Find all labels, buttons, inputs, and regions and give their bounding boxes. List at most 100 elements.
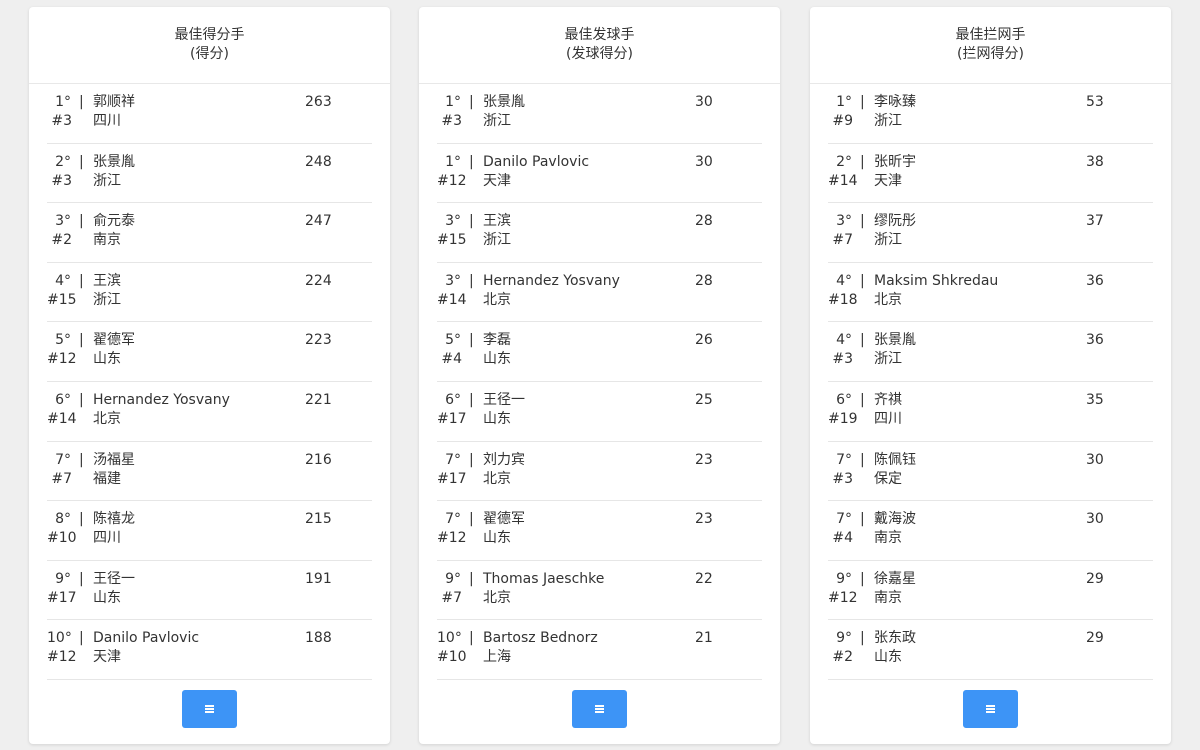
team-name: 南京 — [874, 589, 902, 606]
rank-label: 9° — [836, 630, 852, 647]
score-value: 23 — [695, 451, 713, 468]
player-name: 徐嘉星 — [874, 570, 916, 587]
ranking-row: 3° | 缪阮彤 #7 浙江 37 — [828, 203, 1153, 263]
ranking-list: 1° | 李咏臻 #9 浙江 53 2° | 张昕宇 #14 天津 38 3° | 缪阮彤 #7 浙江 37 4° |… — [828, 84, 1153, 680]
jersey-number: #2 — [51, 232, 72, 249]
jersey-number: #15 — [437, 232, 467, 249]
player-name: 张景胤 — [483, 94, 525, 110]
score-value: 22 — [695, 570, 713, 587]
team-name: 北京 — [483, 589, 511, 606]
ranking-row: 4° | Maksim Shkredau #18 北京 36 — [828, 263, 1153, 323]
score-value: 221 — [305, 391, 332, 408]
team-name: 浙江 — [874, 113, 902, 129]
score-value: 28 — [695, 213, 713, 230]
card-title: 最佳拦网手 — [955, 27, 1026, 43]
rank-label: 6° — [836, 391, 852, 408]
player-name: 王滨 — [93, 272, 121, 289]
player-name: Bartosz Bednorz — [483, 630, 598, 647]
rank-separator: | — [79, 332, 84, 349]
rank-separator: | — [469, 511, 474, 528]
team-name: 天津 — [874, 172, 902, 189]
jersey-number: #18 — [828, 291, 858, 308]
ranking-row: 9° | 王径一 #17 山东 191 — [47, 561, 372, 621]
player-name: 张景胤 — [874, 332, 916, 349]
card-header: 最佳拦网手 (拦网得分) — [810, 7, 1171, 84]
menu-button[interactable] — [182, 690, 237, 728]
player-name: 张景胤 — [93, 153, 135, 170]
score-value: 30 — [1086, 511, 1104, 528]
player-name: 俞元泰 — [93, 213, 135, 230]
ranking-row: 7° | 翟德军 #12 山东 23 — [437, 501, 762, 561]
team-name: 山东 — [483, 530, 511, 547]
team-name: 浙江 — [874, 232, 902, 249]
player-name: 缪阮彤 — [874, 213, 916, 230]
team-name: 上海 — [483, 649, 511, 666]
player-name: 张昕宇 — [874, 153, 916, 170]
score-value: 30 — [695, 153, 713, 170]
rank-label: 4° — [55, 272, 71, 289]
rank-separator: | — [469, 451, 474, 468]
score-value: 247 — [305, 213, 332, 230]
ranking-row: 2° | 张昕宇 #14 天津 38 — [828, 144, 1153, 204]
score-value: 21 — [695, 630, 713, 647]
player-name: 陈禧龙 — [93, 511, 135, 528]
player-name: 齐祺 — [874, 391, 902, 408]
rank-separator: | — [860, 213, 865, 230]
ranking-row: 3° | 俞元泰 #2 南京 247 — [47, 203, 372, 263]
rank-label: 7° — [836, 511, 852, 528]
jersey-number: #7 — [51, 470, 72, 487]
card-subtitle: (发球得分) — [566, 46, 633, 62]
rank-separator: | — [860, 94, 865, 110]
rank-separator: | — [860, 570, 865, 587]
menu-lines-icon — [986, 705, 995, 713]
rank-label: 9° — [445, 570, 461, 587]
ranking-list: 1° | 张景胤 #3 浙江 30 1° | Danilo Pavlovic #12 天津 30 3° |… — [437, 84, 762, 680]
card-best-blocker: 最佳拦网手 (拦网得分) 1° | 李咏臻 #9 浙江 53 2° | 张昕宇 #14 天津 38 3°… — [810, 7, 1171, 744]
jersey-number: #14 — [47, 410, 77, 427]
rank-label: 4° — [836, 332, 852, 349]
ranking-row: 10° | Danilo Pavlovic #12 天津 188 — [47, 620, 372, 680]
ranking-row: 8° | 陈禧龙 #10 四川 215 — [47, 501, 372, 561]
card-subtitle: (拦网得分) — [957, 46, 1024, 62]
rank-label: 3° — [55, 213, 71, 230]
team-name: 天津 — [483, 172, 511, 189]
menu-lines-icon — [205, 705, 214, 713]
card-header: 最佳得分手 (得分) — [29, 7, 390, 84]
ranking-row: 5° | 李磊 #4 山东 26 — [437, 322, 762, 382]
rank-separator: | — [860, 332, 865, 349]
jersey-number: #12 — [47, 649, 77, 666]
team-name: 北京 — [874, 291, 902, 308]
ranking-row: 4° | 王滨 #15 浙江 224 — [47, 263, 372, 323]
menu-button[interactable] — [963, 690, 1018, 728]
player-name: 王径一 — [483, 391, 525, 408]
menu-button[interactable] — [572, 690, 627, 728]
ranking-row: 6° | 齐祺 #19 四川 35 — [828, 382, 1153, 442]
ranking-row: 6° | Hernandez Yosvany #14 北京 221 — [47, 382, 372, 442]
team-name: 保定 — [874, 470, 902, 487]
rank-separator: | — [860, 511, 865, 528]
ranking-row: 9° | 徐嘉星 #12 南京 29 — [828, 561, 1153, 621]
jersey-number: #10 — [47, 530, 77, 547]
jersey-number: #12 — [437, 172, 467, 189]
team-name: 山东 — [483, 351, 511, 368]
rank-separator: | — [469, 332, 474, 349]
player-name: 汤福星 — [93, 451, 135, 468]
team-name: 浙江 — [874, 351, 902, 368]
rank-separator: | — [469, 272, 474, 289]
player-name: 王滨 — [483, 213, 511, 230]
rank-label: 6° — [55, 391, 71, 408]
player-name: 陈佩钰 — [874, 451, 916, 468]
player-name: 戴海波 — [874, 511, 916, 528]
rank-separator: | — [469, 213, 474, 230]
rank-separator: | — [79, 213, 84, 230]
ranking-row: 5° | 翟德军 #12 山东 223 — [47, 322, 372, 382]
jersey-number: #3 — [832, 470, 853, 487]
jersey-number: #17 — [437, 410, 467, 427]
ranking-row: 6° | 王径一 #17 山东 25 — [437, 382, 762, 442]
rank-separator: | — [79, 630, 84, 647]
team-name: 四川 — [93, 530, 121, 547]
player-name: 王径一 — [93, 570, 135, 587]
score-value: 224 — [305, 272, 332, 289]
rank-label: 9° — [55, 570, 71, 587]
rank-label: 5° — [55, 332, 71, 349]
